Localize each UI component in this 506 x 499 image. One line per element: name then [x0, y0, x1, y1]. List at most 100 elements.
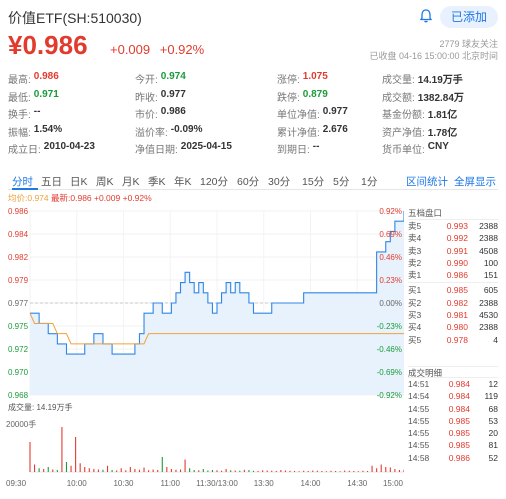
stat-cell: 最高: 0.986 — [8, 71, 135, 86]
tab-period[interactable]: 15分 — [302, 174, 324, 189]
volume-label: 成交量: 14.19万手 — [8, 402, 72, 412]
trade-v: 68 — [488, 403, 498, 414]
range-stats-button[interactable]: 区间统计 — [406, 174, 448, 189]
y-axis-label: 0.982 — [8, 253, 29, 262]
bid-row: 买1 0.985 605 — [408, 284, 498, 296]
trade-t: 14:54 — [408, 391, 430, 402]
y-axis-label: 0.972 — [8, 345, 29, 354]
stat-value: 0.977 — [160, 88, 186, 100]
tab-period[interactable]: 季K — [148, 174, 166, 189]
chart-svg[interactable]: 0.986 0.984 0.982 0.979 0.977 0.975 0.972 0.970… — [0, 200, 405, 494]
stat-value: 0.986 — [33, 71, 59, 83]
stat-label: 成交量: — [382, 75, 415, 87]
tab-period[interactable]: 5分 — [333, 174, 349, 189]
stat-value: 1.075 — [302, 71, 328, 83]
stats-row: 成立日: 2010-04-23 净值日期: 2025-04-15 到期日: -- 货币单位:… — [8, 140, 498, 158]
trade-row: 14:55 0.985 81 — [408, 439, 498, 451]
change-value: +0.009 — [110, 42, 151, 57]
stats-row: 振幅: 1.54% 溢价率: -0.09% 累计净值: 2.676 资产净值: 1.78亿 — [8, 123, 498, 141]
market-status: 已收盘 04-16 15:00:00 北京时间 — [369, 51, 498, 61]
order-name: 买3 — [408, 310, 422, 321]
tab-period[interactable]: 1分 — [361, 174, 377, 189]
order-book: 五档盘口 卖5 0.993 2388 卖4 0.992 2388 卖3 0.991 4508 卖2 0… — [408, 206, 498, 346]
trade-p: 0.986 — [448, 452, 470, 463]
order-book-title: 五档盘口 — [408, 206, 498, 220]
bid-row: 买4 0.980 2388 — [408, 321, 498, 333]
stat-cell: 货币单位: CNY — [382, 141, 498, 156]
stat-value: 2025-04-15 — [180, 141, 232, 153]
order-vol: 4508 — [479, 245, 498, 256]
bid-row: 买3 0.981 4530 — [408, 309, 498, 321]
trade-row: 14:54 0.984 119 — [408, 390, 498, 402]
order-vol: 4530 — [479, 310, 498, 321]
x-axis-label: 11:30/13:00 — [196, 479, 238, 488]
stat-value: 0.974 — [160, 71, 186, 83]
y-axis-label: 0.968 — [8, 391, 29, 400]
trade-row: 14:51 0.984 12 — [408, 378, 498, 390]
follow-button[interactable]: 已添加 — [440, 6, 498, 28]
bid-row: 买2 0.982 2388 — [408, 297, 498, 309]
ask-row: 卖4 0.992 2388 — [408, 232, 498, 244]
trade-v: 20 — [488, 428, 498, 439]
stat-label: 成立日: — [8, 145, 41, 157]
stat-label: 货币单位: — [382, 145, 425, 157]
intraday-chart[interactable]: 0.986 0.984 0.982 0.979 0.977 0.975 0.972 0.970… — [0, 200, 405, 494]
trade-t: 14:55 — [408, 403, 430, 414]
stat-cell: 昨收: 0.977 — [135, 89, 277, 104]
trade-v: 119 — [484, 391, 498, 402]
bell-icon[interactable] — [418, 8, 434, 24]
stat-value: 2.676 — [322, 123, 348, 135]
bid-row: 买5 0.978 4 — [408, 334, 498, 346]
order-price: 0.993 — [446, 221, 468, 231]
stat-cell: 资产净值: 1.78亿 — [382, 124, 498, 139]
order-book-divider — [408, 282, 498, 284]
stat-label: 昨收: — [135, 92, 158, 104]
stat-cell: 成立日: 2010-04-23 — [8, 141, 135, 156]
trade-p: 0.985 — [448, 428, 470, 439]
tab-period[interactable]: 年K — [174, 174, 192, 189]
stats-row: 最高: 0.986 今开: 0.974 涨停: 1.075 成交量: 14.19万手 — [8, 70, 498, 88]
order-vol: 2388 — [479, 297, 498, 308]
chart-period-tabs: 分时 五日 日K 周K 月K 季K 年K 120分 60分 30分 15分 5分 1分 区间统计 全屏显示 — [8, 172, 498, 190]
fullscreen-button[interactable]: 全屏显示 — [454, 174, 496, 189]
stat-value: 1.81亿 — [427, 110, 458, 122]
trade-p: 0.985 — [448, 440, 470, 451]
trade-v: 12 — [488, 379, 498, 389]
stat-cell: 溢价率: -0.09% — [135, 124, 277, 139]
stat-label: 最高: — [8, 75, 31, 87]
ask-row: 卖1 0.986 151 — [408, 269, 498, 281]
tab-period[interactable]: 120分 — [200, 174, 228, 189]
stat-label: 成交额: — [382, 92, 415, 104]
order-vol: 2388 — [479, 322, 498, 333]
stat-value: 1.54% — [33, 123, 63, 135]
order-vol: 4 — [493, 334, 498, 345]
x-axis-label: 10:00 — [67, 479, 88, 488]
stat-cell: 到期日: -- — [277, 141, 382, 156]
stats-row: 最低: 0.971 昨收: 0.977 跌停: 0.879 成交额: 1382.84万 — [8, 88, 498, 106]
x-axis-label: 11:00 — [161, 479, 181, 488]
stat-value: 0.879 — [302, 88, 328, 100]
tab-period[interactable]: 月K — [122, 174, 140, 189]
change-percent: +0.92% — [159, 42, 205, 57]
stat-label: 到期日: — [277, 145, 310, 157]
tab-period[interactable]: 周K — [96, 174, 114, 189]
tab-period[interactable]: 分时 — [12, 174, 33, 189]
stats-row: 换手: -- 市价: 0.986 单位净值: 0.977 基金份额: 1.81亿 — [8, 105, 498, 123]
stat-value: -- — [312, 141, 320, 153]
stats-grid: 最高: 0.986 今开: 0.974 涨停: 1.075 成交量: 14.19万手 最低: 0.… — [8, 70, 498, 158]
tab-period[interactable]: 30分 — [268, 174, 290, 189]
trade-t: 14:55 — [408, 440, 430, 451]
stat-value: 14.19万手 — [417, 75, 463, 87]
order-name: 卖5 — [408, 221, 422, 231]
trade-row: 14:55 0.985 53 — [408, 415, 498, 427]
tab-period[interactable]: 五日 — [41, 174, 62, 189]
pct-axis-label: 0.00% — [379, 299, 402, 308]
stat-label: 基金份额: — [382, 110, 425, 122]
order-vol: 151 — [483, 270, 498, 281]
ask-row: 卖2 0.990 100 — [408, 257, 498, 269]
tab-period[interactable]: 60分 — [237, 174, 259, 189]
order-price: 0.992 — [446, 233, 468, 244]
tab-period[interactable]: 日K — [70, 174, 88, 189]
pct-axis-label: -0.46% — [377, 345, 402, 354]
stat-label: 跌停: — [277, 92, 300, 104]
